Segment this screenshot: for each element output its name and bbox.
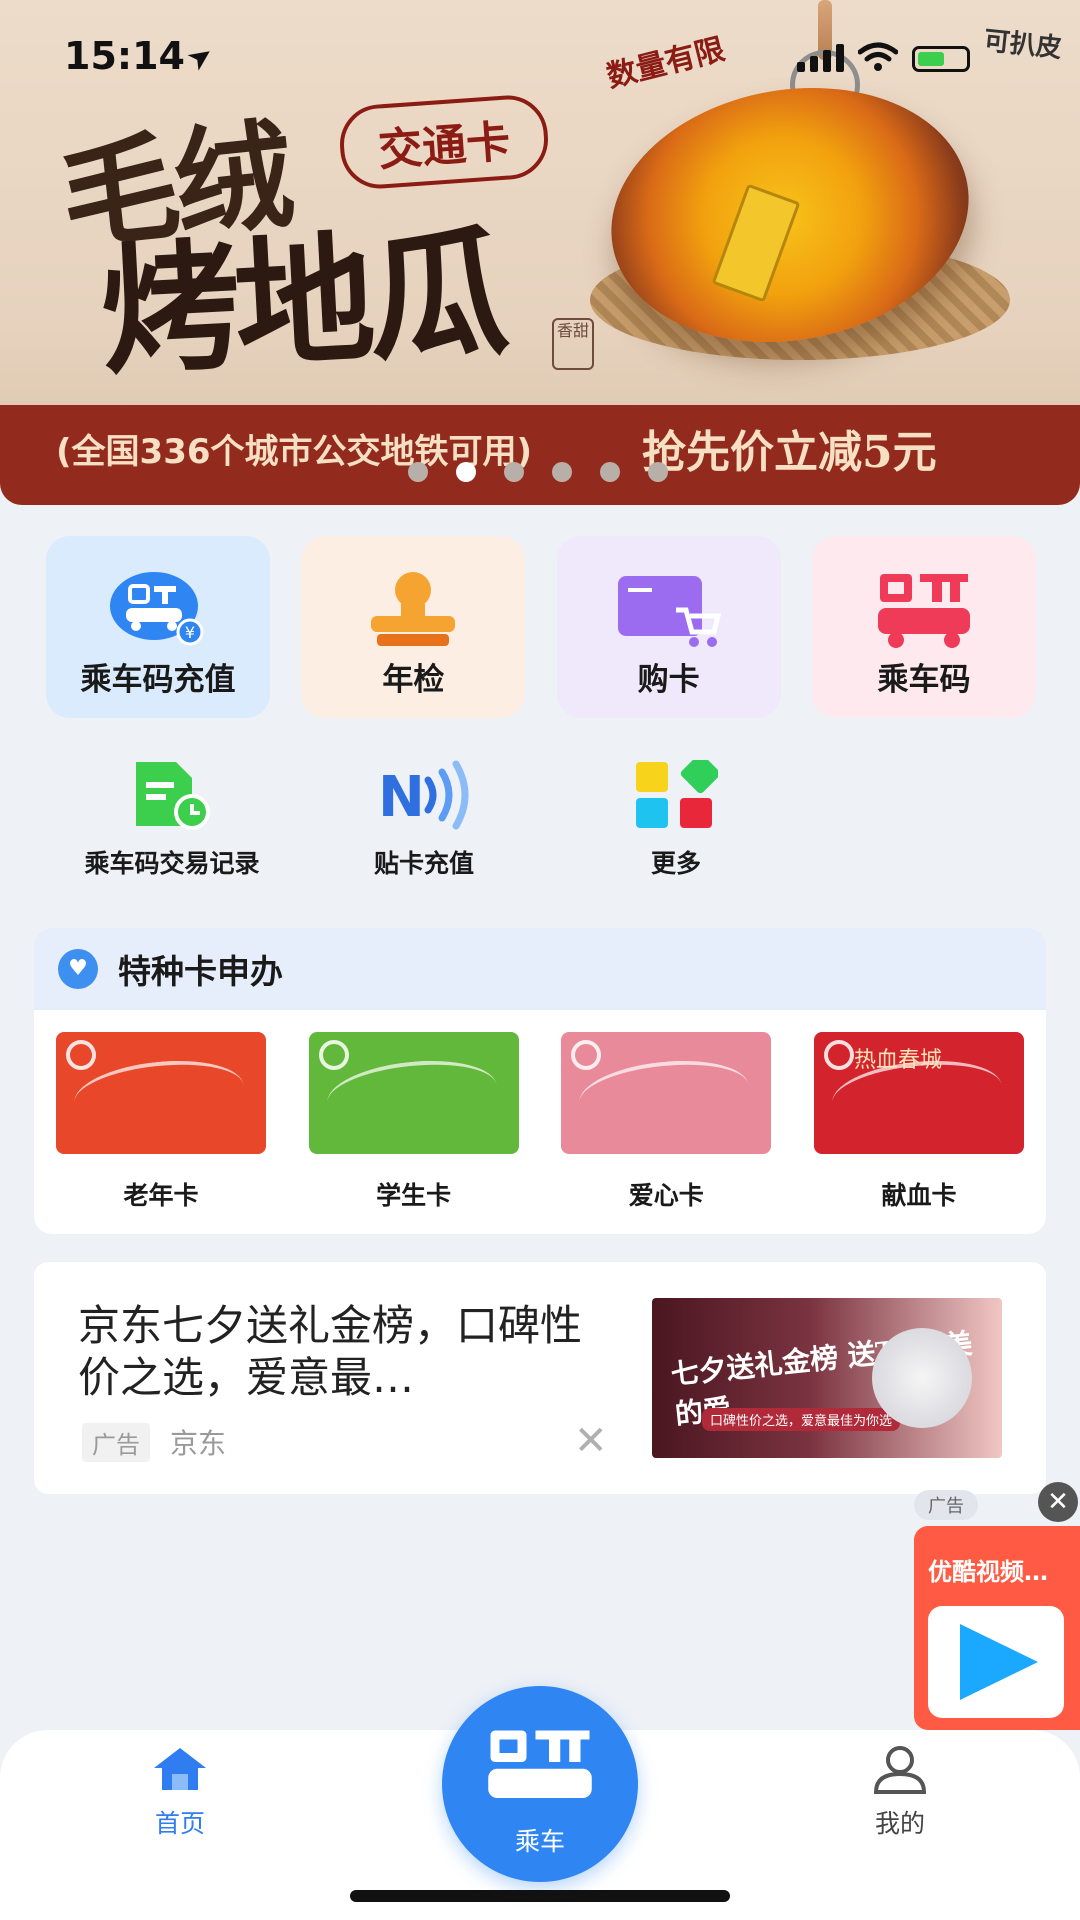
promo-banner[interactable]: 15:14 ➤ 毛绒 交通卡 烤地瓜 香甜 数量有限 可扒皮 (全国336个城市…: [0, 0, 1080, 505]
banner-ribbon-right: 抢先价立减5元: [642, 427, 937, 478]
home-indicator: [350, 1890, 730, 1902]
carousel-dot[interactable]: [552, 462, 572, 482]
card-label: 献血卡: [881, 1181, 957, 1210]
carousel-dot-active[interactable]: [456, 462, 476, 482]
item-nfc-recharge[interactable]: N 贴卡充值: [298, 760, 550, 890]
banner-quantity-text: 数量有限: [603, 31, 729, 95]
carousel-dot[interactable]: [504, 462, 524, 482]
ad-card[interactable]: 京东七夕送礼金榜，口碑性价之选，爱意最… 广告 京东 ✕ 七夕送礼金榜 送TA美…: [34, 1262, 1046, 1494]
play-icon: [960, 1624, 1038, 1700]
carousel-dot[interactable]: [648, 462, 668, 482]
close-icon[interactable]: ✕: [574, 1418, 608, 1464]
tile-ride-code-recharge[interactable]: ¥ 乘车码充值: [46, 536, 270, 718]
tab-label: 我的: [874, 1809, 925, 1838]
more-apps-icon: [636, 760, 718, 828]
banner-corner-text: 可扒皮: [982, 25, 1064, 64]
item-more[interactable]: 更多: [550, 760, 802, 890]
heart-icon: ♥: [58, 949, 98, 989]
charity-card-image: [561, 1032, 772, 1154]
card-label: 爱心卡: [628, 1181, 704, 1210]
card-senior[interactable]: 老年卡: [56, 1032, 266, 1212]
ad-image[interactable]: 七夕送礼金榜 送TA美美的爱 口碑性价之选，爱意最佳为你选: [652, 1298, 1002, 1458]
banner-tag: 交通卡: [337, 92, 551, 192]
card-label: 老年卡: [123, 1181, 199, 1210]
carousel-dot[interactable]: [408, 462, 428, 482]
user-icon: [873, 1746, 927, 1794]
senior-card-image: [56, 1032, 266, 1154]
secondary-actions: 乘车码交易记录 N 贴卡充值 更多: [46, 760, 1036, 890]
ad-title[interactable]: 京东七夕送礼金榜，口碑性价之选，爱意最…: [78, 1300, 598, 1404]
tile-label: 购卡: [637, 662, 700, 698]
card-student[interactable]: 学生卡: [308, 1032, 519, 1212]
ad-product-image: [872, 1328, 972, 1428]
special-card-list: 老年卡 学生卡 爱心卡 热血春城 献血卡: [34, 1010, 1046, 1212]
tile-label: 乘车码: [877, 662, 971, 698]
tab-label: 乘车: [514, 1827, 565, 1856]
carousel-dots[interactable]: [408, 462, 668, 482]
banner-seal: 香甜: [552, 318, 594, 370]
bus-qr-recharge-icon: ¥: [110, 572, 204, 646]
card-label: 学生卡: [376, 1181, 452, 1210]
item-ride-code-records[interactable]: 乘车码交易记录: [46, 760, 298, 890]
home-icon: [154, 1748, 206, 1790]
tile-label: 年检: [382, 662, 445, 698]
card-blood-donation[interactable]: 热血春城 献血卡: [813, 1032, 1024, 1212]
blood-donation-card-image: 热血春城: [813, 1032, 1024, 1154]
svg-text:¥: ¥: [185, 623, 195, 642]
tile-ride-code[interactable]: 乘车码: [811, 536, 1036, 718]
stamp-icon: [371, 572, 456, 646]
card-cart-icon: [617, 576, 721, 647]
signal-icon: [797, 44, 844, 72]
bus-qr-icon: [877, 574, 970, 648]
float-ad-badge: 广告: [914, 1490, 978, 1520]
carousel-dot[interactable]: [600, 462, 620, 482]
tab-home[interactable]: 首页: [100, 1744, 260, 1840]
svg-text:N: N: [378, 765, 425, 830]
item-label: 乘车码交易记录: [84, 849, 260, 878]
wifi-icon: [858, 42, 898, 71]
special-card-header: ♥ 特种卡申办: [34, 928, 1046, 1010]
card-art-text: 热血春城: [853, 1048, 942, 1073]
status-icons: [797, 42, 970, 72]
bus-qr-icon: [488, 1730, 592, 1798]
item-label: 更多: [650, 849, 701, 878]
float-ad-close-icon[interactable]: ✕: [1038, 1482, 1078, 1522]
tab-me[interactable]: 我的: [820, 1744, 980, 1840]
item-label: 贴卡充值: [373, 849, 474, 878]
card-charity[interactable]: 爱心卡: [561, 1032, 772, 1212]
quick-actions: ¥ 乘车码充值 年检 购卡 乘车码: [46, 536, 1036, 718]
tab-label: 首页: [154, 1809, 205, 1838]
ad-source: 京东: [170, 1427, 227, 1460]
record-icon: [136, 762, 210, 830]
nfc-icon: N: [378, 760, 469, 830]
youku-app-icon: [928, 1606, 1064, 1718]
tile-annual-check[interactable]: 年检: [301, 536, 526, 718]
status-time: 15:14: [64, 34, 185, 78]
battery-icon: [912, 46, 970, 72]
ad-badge: 广告: [82, 1422, 150, 1462]
special-card-section: ♥ 特种卡申办 老年卡 学生卡 爱心卡 热血春城 献血卡: [34, 928, 1046, 1234]
location-arrow-icon: ➤: [180, 35, 221, 80]
student-card-image: [308, 1032, 519, 1154]
banner-title-line2: 烤地瓜: [96, 210, 507, 396]
float-ad[interactable]: 优酷视频…: [914, 1526, 1080, 1730]
ride-button[interactable]: 乘车: [442, 1686, 638, 1882]
float-ad-title: 优酷视频…: [928, 1558, 1048, 1586]
ad-image-subtext: 口碑性价之选，爱意最佳为你选: [702, 1408, 901, 1431]
ad-meta: 广告 京东: [82, 1422, 226, 1462]
tile-buy-card[interactable]: 购卡: [556, 536, 781, 718]
tile-label: 乘车码充值: [80, 662, 236, 698]
special-card-title: 特种卡申办: [118, 952, 283, 991]
